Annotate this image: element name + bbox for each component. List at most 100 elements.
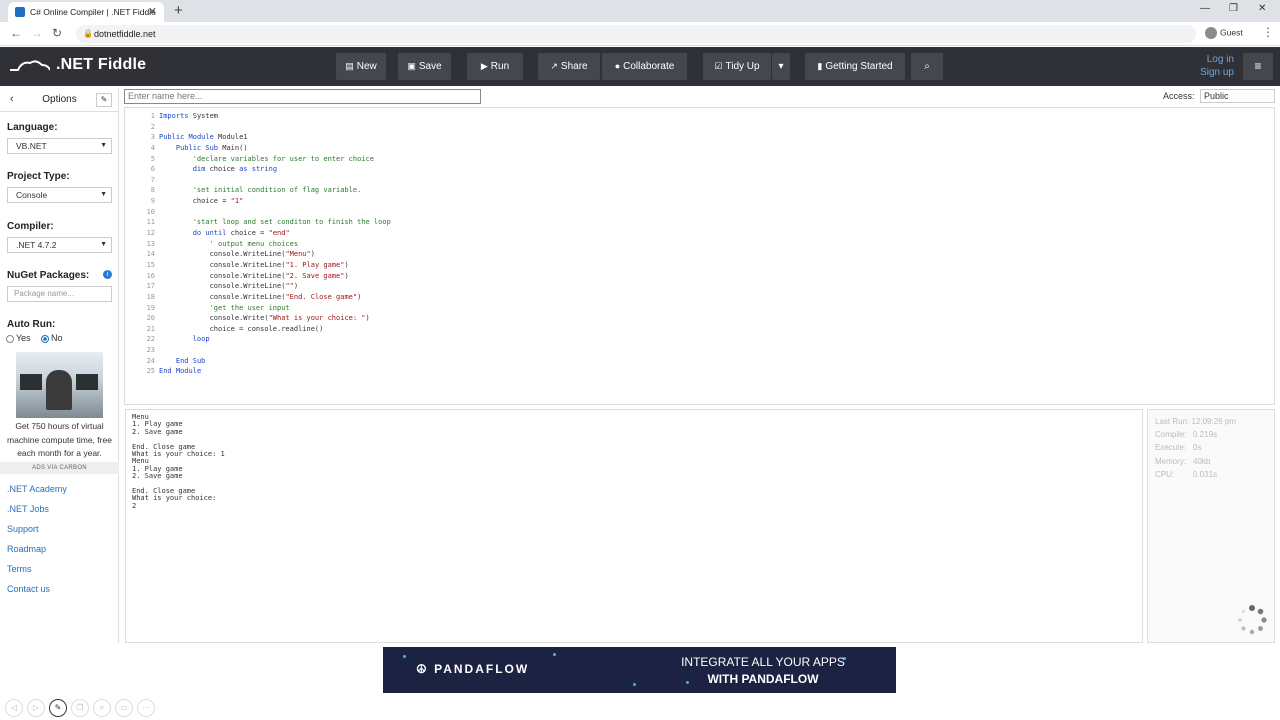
signup-link[interactable]: Sign up xyxy=(1186,66,1234,79)
auto-run-yes-radio[interactable]: Yes xyxy=(6,333,31,343)
console-output[interactable]: Menu 1. Play game 2. Save game End. Clos… xyxy=(125,409,1143,643)
code-line[interactable] xyxy=(159,175,391,186)
reload-icon[interactable]: ↻ xyxy=(52,26,62,40)
code-line[interactable]: console.WriteLine("Menu") xyxy=(159,249,391,260)
save-button[interactable]: ▣ Save xyxy=(398,53,451,80)
hamburger-menu-button[interactable]: ≡ xyxy=(1243,53,1273,80)
code-line[interactable]: console.WriteLine("2. Save game") xyxy=(159,271,391,282)
code-line[interactable]: Public Sub Main() xyxy=(159,143,391,154)
link-support[interactable]: Support xyxy=(7,524,67,544)
app-logo[interactable]: .NET Fiddle xyxy=(10,56,146,74)
code-line[interactable]: do until choice = "end" xyxy=(159,228,391,239)
back-icon[interactable]: ← xyxy=(10,26,22,40)
line-number: 16 xyxy=(146,271,155,280)
ads-via-carbon-link[interactable]: ADS VIA CARBON xyxy=(0,462,119,474)
minimize-icon[interactable]: — xyxy=(1200,3,1210,14)
copy-icon[interactable]: ❐ xyxy=(71,699,89,717)
browser-menu-icon[interactable]: ⋮ xyxy=(1262,25,1274,39)
tidy-up-button-label: Tidy Up xyxy=(725,61,760,72)
code-line[interactable]: console.Write("What is your choice: ") xyxy=(159,313,391,324)
ad-text[interactable]: Get 750 hours of virtual machine compute… xyxy=(4,420,115,461)
save-button-label: Save xyxy=(418,61,442,72)
pandaflow-banner-ad[interactable]: ☮ PANDAFLOW INTEGRATE ALL YOUR APPS WITH… xyxy=(383,647,896,693)
radio-unchecked-icon xyxy=(6,334,14,343)
code-line[interactable]: choice = "1" xyxy=(159,196,391,207)
link-terms[interactable]: Terms xyxy=(7,564,67,584)
pin-icon[interactable]: ✎ xyxy=(96,93,112,107)
pen-icon[interactable]: ✎ xyxy=(49,699,67,717)
maximize-icon[interactable]: ❐ xyxy=(1229,3,1238,14)
code-line[interactable]: dim choice as string xyxy=(159,164,391,175)
pandaflow-brand: PANDAFLOW xyxy=(434,662,530,676)
compiler-select[interactable]: .NET 4.7.2 ▼ xyxy=(7,237,112,253)
code-line[interactable]: choice = console.readline() xyxy=(159,324,391,335)
profile-button[interactable]: Guest xyxy=(1205,27,1243,39)
code-editor[interactable]: 1 2 3 4 5 6 7 8 9 10 11 12 13 14 15 16 17 18 19 20 21 22 23 24 2… xyxy=(124,107,1275,405)
code-line[interactable]: Imports System xyxy=(159,111,391,122)
url-input[interactable]: 🔒 dotnetfiddle.net xyxy=(76,25,1196,43)
caption-icon[interactable]: ▭ xyxy=(115,699,133,717)
tidy-dropdown-button[interactable]: ▾ xyxy=(772,53,790,80)
code-line[interactable]: console.WriteLine("1. Play game") xyxy=(159,260,391,271)
access-select[interactable]: Public xyxy=(1200,89,1275,103)
line-number: 17 xyxy=(146,282,155,291)
ad-image[interactable] xyxy=(16,352,103,418)
code-line[interactable]: loop xyxy=(159,334,391,345)
language-select[interactable]: VB.NET ▼ xyxy=(7,138,112,154)
link-net-jobs[interactable]: .NET Jobs xyxy=(7,504,67,524)
share-button[interactable]: ↗ Share xyxy=(538,53,600,80)
auth-links: Log in Sign up xyxy=(1186,53,1234,79)
auto-run-no-radio[interactable]: No xyxy=(41,333,63,343)
fiddle-name-input[interactable]: Enter name here... xyxy=(124,89,481,104)
line-number: 18 xyxy=(146,292,155,301)
rewind-icon[interactable]: ◁ xyxy=(5,699,23,717)
info-icon[interactable]: i xyxy=(103,270,112,279)
code-line[interactable]: Public Module Module1 xyxy=(159,132,391,143)
auto-run-label: Auto Run: xyxy=(7,319,56,330)
link-net-academy[interactable]: .NET Academy xyxy=(7,484,67,504)
line-number: 14 xyxy=(146,250,155,259)
run-button[interactable]: ▶ Run xyxy=(467,53,523,80)
line-number: 11 xyxy=(146,218,155,227)
code-line[interactable] xyxy=(159,122,391,133)
code-line[interactable]: 'declare variables for user to enter cho… xyxy=(159,154,391,165)
save-icon: ▣ xyxy=(407,61,416,71)
code-line[interactable]: console.WriteLine("End. Close game") xyxy=(159,292,391,303)
search-icon: ⌕ xyxy=(924,61,930,72)
link-roadmap[interactable]: Roadmap xyxy=(7,544,67,564)
more-icon[interactable]: ⋯ xyxy=(137,699,155,717)
code-line[interactable] xyxy=(159,345,391,356)
browser-tab[interactable]: C# Online Compiler | .NET Fiddle ✕ xyxy=(8,2,164,22)
link-contact-us[interactable]: Contact us xyxy=(7,584,67,604)
code-line[interactable]: End Module xyxy=(159,366,391,377)
login-link[interactable]: Log in xyxy=(1186,53,1234,66)
nuget-package-input[interactable]: Package name... xyxy=(7,286,112,302)
search-button[interactable]: ⌕ xyxy=(911,53,943,80)
getting-started-button[interactable]: ▮ Getting Started xyxy=(805,53,905,80)
profile-label: Guest xyxy=(1220,27,1243,38)
line-number: 25 xyxy=(146,367,155,376)
project-type-select[interactable]: Console ▼ xyxy=(7,187,112,203)
code-line[interactable]: ' output menu choices xyxy=(159,239,391,250)
play-icon[interactable]: ▷ xyxy=(27,699,45,717)
zoom-icon[interactable]: ⌕ xyxy=(93,699,111,717)
code-line[interactable]: console.WriteLine("") xyxy=(159,281,391,292)
forward-icon[interactable]: → xyxy=(31,26,43,40)
code-line[interactable] xyxy=(159,207,391,218)
close-tab-icon[interactable]: ✕ xyxy=(148,2,157,22)
line-number: 5 xyxy=(150,154,155,163)
tidy-up-button[interactable]: ☑ Tidy Up xyxy=(703,53,771,80)
line-number: 3 xyxy=(150,133,155,142)
code-area[interactable]: Imports System Public Module Module1 Publ… xyxy=(159,111,391,377)
new-button[interactable]: ▤ New xyxy=(336,53,386,80)
address-bar-row: ← → ↻ 🔒 dotnetfiddle.net Guest ⋮ xyxy=(0,22,1280,46)
code-line[interactable]: 'set initial condition of flag variable. xyxy=(159,185,391,196)
code-line[interactable]: 'get the user input xyxy=(159,303,391,314)
code-line[interactable]: End Sub xyxy=(159,356,391,367)
new-tab-icon[interactable]: + xyxy=(174,2,183,20)
collaborate-button[interactable]: ● Collaborate xyxy=(602,53,687,80)
code-line[interactable]: 'start loop and set conditon to finish t… xyxy=(159,217,391,228)
browser-tab-title: C# Online Compiler | .NET Fiddle xyxy=(30,7,156,17)
stat-label: Last Run: xyxy=(1155,417,1190,426)
close-window-icon[interactable]: ✕ xyxy=(1258,3,1266,14)
